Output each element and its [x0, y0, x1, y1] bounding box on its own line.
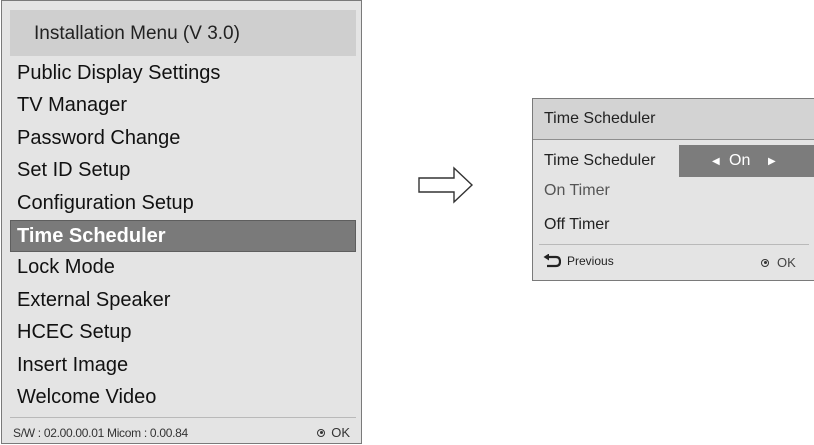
installation-menu-title: Installation Menu (V 3.0)	[34, 23, 240, 44]
menu-item-welcome-video[interactable]: Welcome Video	[10, 382, 356, 414]
installation-menu-list: Public Display Settings TV Manager Passw…	[10, 58, 356, 414]
time-scheduler-row-label: Time Scheduler	[544, 152, 656, 169]
menu-item-public-display-settings[interactable]: Public Display Settings	[10, 58, 356, 90]
ok-button[interactable]: OK	[761, 255, 796, 270]
menu-item-time-scheduler[interactable]: Time Scheduler	[10, 219, 356, 253]
menu-item-tv-manager[interactable]: TV Manager	[10, 90, 356, 122]
menu-item-hcec-setup[interactable]: HCEC Setup	[10, 317, 356, 349]
time-scheduler-value-selector[interactable]: ◀ On ▶	[679, 145, 814, 177]
back-arrow-icon	[543, 254, 561, 268]
installation-menu-footer: S/W : 02.00.00.01 Micom : 0.00.84 OK	[10, 417, 356, 441]
time-scheduler-value: On	[729, 152, 751, 169]
ok-dot-icon	[761, 258, 769, 267]
time-scheduler-footer: Previous OK	[539, 244, 809, 280]
previous-label: Previous	[567, 254, 614, 268]
menu-item-lock-mode[interactable]: Lock Mode	[10, 252, 356, 284]
software-version-info: S/W : 02.00.00.01 Micom : 0.00.84	[13, 426, 188, 440]
menu-item-password-change[interactable]: Password Change	[10, 123, 356, 155]
menu-item-external-speaker[interactable]: External Speaker	[10, 285, 356, 317]
off-timer-label: Off Timer	[544, 216, 610, 233]
menu-item-insert-image[interactable]: Insert Image	[10, 350, 356, 382]
arrow-right-icon[interactable]: ▶	[768, 156, 776, 167]
time-scheduler-header: Time Scheduler	[533, 99, 814, 140]
ok-button[interactable]: OK	[317, 425, 350, 440]
on-timer-row[interactable]: On Timer	[533, 177, 814, 209]
arrow-left-icon[interactable]: ◀	[712, 156, 720, 167]
previous-button[interactable]: Previous	[543, 254, 614, 268]
menu-item-configuration-setup[interactable]: Configuration Setup	[10, 188, 356, 220]
installation-menu-header: Installation Menu (V 3.0)	[10, 10, 356, 56]
on-timer-label: On Timer	[544, 182, 610, 199]
ok-dot-icon	[317, 428, 326, 437]
ok-label: OK	[777, 255, 796, 270]
installation-menu-panel: Installation Menu (V 3.0) Public Display…	[1, 0, 362, 444]
time-scheduler-row[interactable]: Time Scheduler ◀ On ▶	[533, 145, 814, 177]
time-scheduler-title: Time Scheduler	[544, 110, 656, 127]
time-scheduler-panel: Time Scheduler Time Scheduler ◀ On ▶ On …	[532, 98, 814, 281]
menu-item-set-id-setup[interactable]: Set ID Setup	[10, 155, 356, 187]
off-timer-row[interactable]: Off Timer	[533, 211, 814, 243]
outline-arrow-icon	[418, 166, 474, 204]
ok-label: OK	[331, 425, 350, 440]
